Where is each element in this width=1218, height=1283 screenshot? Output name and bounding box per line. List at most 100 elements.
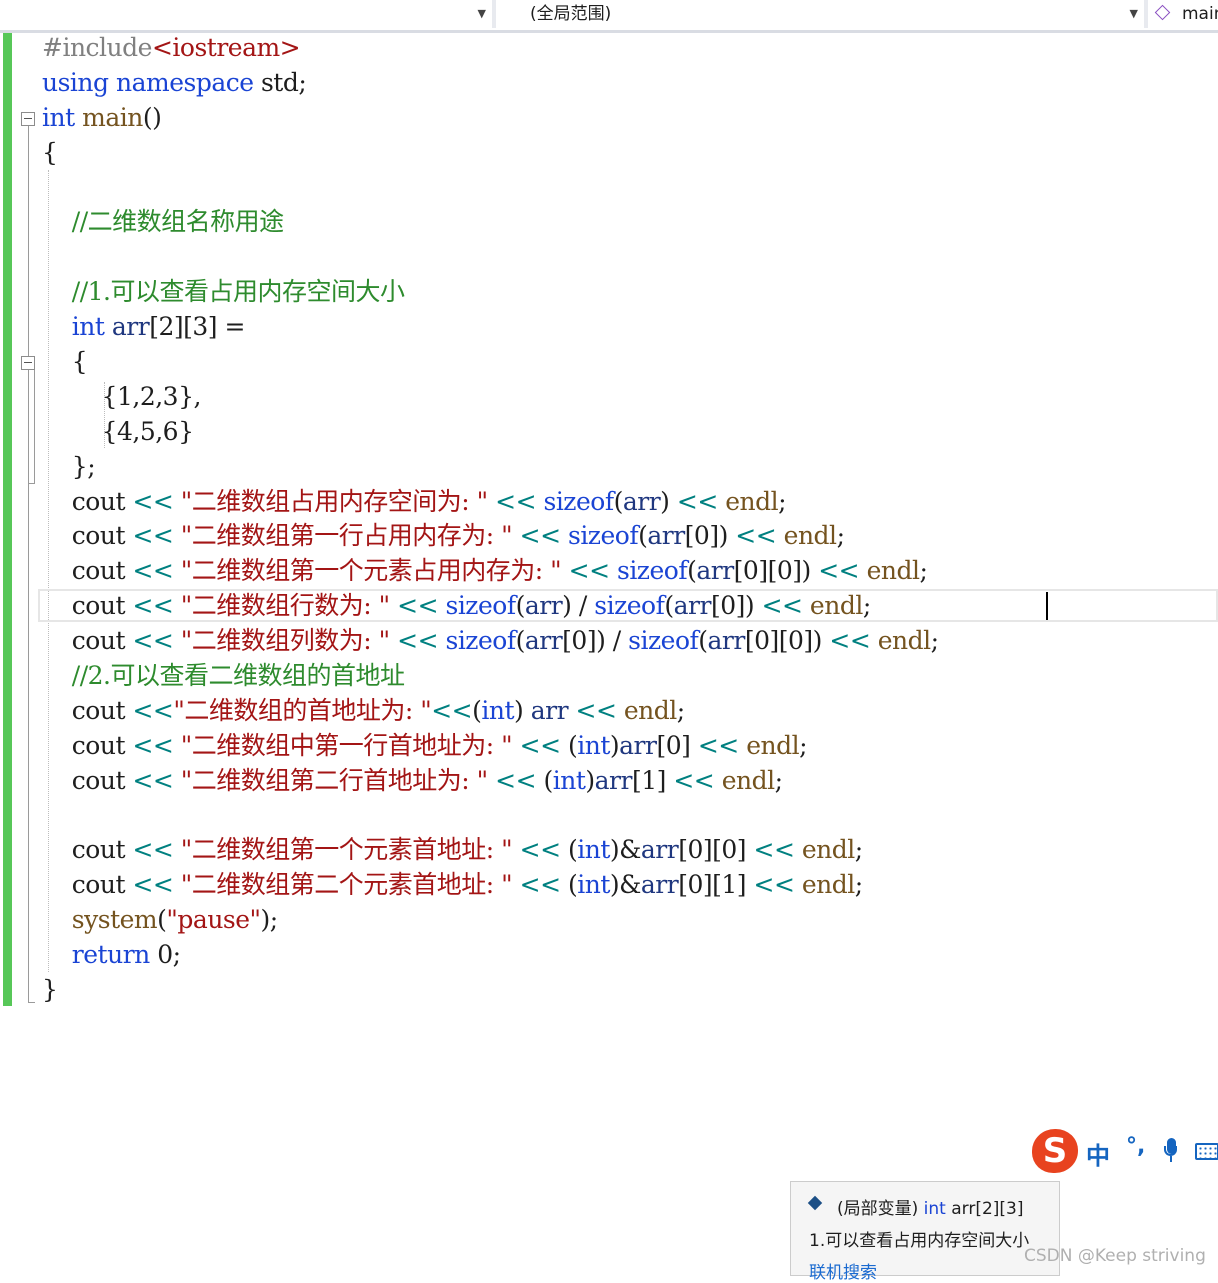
code-token: ); <box>260 905 279 935</box>
code-line[interactable]: using namespace std; <box>42 66 939 101</box>
code-token: sizeof <box>445 591 516 621</box>
code-token: << <box>697 730 739 760</box>
local-variable-icon <box>807 1195 823 1211</box>
code-token: "二维数组第二个元素首地址: " <box>180 870 513 900</box>
code-token: int <box>481 695 515 725</box>
collapse-array-icon[interactable] <box>21 356 35 370</box>
function-label: main <box>1182 4 1218 24</box>
collapse-main-icon[interactable] <box>21 112 35 126</box>
code-line[interactable]: cout << "二维数组第二个元素首地址: " << (int)&arr[0]… <box>42 868 939 903</box>
code-token: sizeof <box>628 626 699 656</box>
code-token: "二维数组行数为: " <box>180 591 390 621</box>
code-token: ; <box>854 870 863 900</box>
scope-dropdown[interactable]: (全局范围) ▼ <box>500 0 1148 28</box>
code-line[interactable]: cout <<"二维数组的首地址为: "<<(int) arr << endl; <box>42 694 939 729</box>
code-token: [0][0] <box>678 835 754 865</box>
navigation-bar: ▼ (全局范围) ▼ main <box>0 0 1218 33</box>
code-token: "二维数组第二行首地址为: " <box>180 765 488 795</box>
code-token: ( <box>664 591 674 621</box>
code-line[interactable] <box>42 240 939 275</box>
code-line[interactable]: return 0; <box>42 938 939 973</box>
sogou-logo-icon[interactable]: S <box>1032 1129 1078 1173</box>
code-token: int <box>71 312 105 342</box>
code-token: main <box>82 102 143 132</box>
code-token: arr <box>640 870 679 900</box>
code-token: << <box>397 626 439 656</box>
code-line[interactable]: }; <box>42 450 939 485</box>
watermark: CSDN @Keep striving <box>1024 1246 1206 1266</box>
code-token: arr <box>111 312 150 342</box>
code-token: << <box>495 765 537 795</box>
function-cube-icon <box>1154 4 1171 21</box>
code-line[interactable] <box>42 799 939 834</box>
code-line[interactable]: int arr[2][3] = <box>42 310 939 345</box>
ime-mode-toggle[interactable]: 中 <box>1086 1136 1110 1171</box>
code-line[interactable]: {4,5,6} <box>42 415 939 450</box>
code-token: cout <box>42 835 133 865</box>
code-line[interactable]: //1.可以查看占用内存空间大小 <box>42 275 939 310</box>
code-token: << <box>431 695 473 725</box>
code-token: "二维数组中第一行首地址为: " <box>180 730 513 760</box>
code-token: endl <box>809 591 863 621</box>
code-token: arr <box>696 556 734 586</box>
keyboard-icon[interactable] <box>1195 1143 1218 1160</box>
code-token: cout <box>42 626 133 656</box>
code-line[interactable]: cout << "二维数组占用内存空间为: " << sizeof(arr) <… <box>42 485 939 520</box>
punctuation-toggle[interactable]: °, <box>1126 1134 1145 1159</box>
code-token: sizeof <box>543 486 614 516</box>
code-line[interactable]: //2.可以查看二维数组的首地址 <box>42 659 939 694</box>
code-token: )& <box>609 835 642 865</box>
online-search-link[interactable]: 联机搜索 <box>809 1258 877 1283</box>
microphone-icon[interactable] <box>1164 1136 1178 1166</box>
code-token: //2.可以查看二维数组的首地址 <box>71 661 405 691</box>
code-line[interactable] <box>42 171 939 206</box>
code-token: arr <box>530 695 569 725</box>
code-token: system <box>71 905 158 935</box>
code-editor[interactable]: #include<iostream> using namespace std; in… <box>38 31 1218 1008</box>
code-token: { <box>42 347 88 377</box>
code-line[interactable]: cout << "二维数组行数为: " << sizeof(arr) / siz… <box>38 589 1218 624</box>
code-token: ; <box>778 486 787 516</box>
code-line[interactable]: cout << "二维数组第一行占用内存为: " << sizeof(arr[0… <box>42 519 939 554</box>
code-line[interactable]: cout << "二维数组第二行首地址为: " << (int)arr[1] <… <box>42 764 939 799</box>
fold-line <box>28 126 29 1002</box>
code-line[interactable]: //二维数组名称用途 <box>42 205 939 240</box>
code-token: cout <box>42 556 133 586</box>
code-line[interactable]: cout << "二维数组第一个元素占用内存为: " << sizeof(arr… <box>42 554 939 589</box>
code-line[interactable]: cout << "二维数组中第一行首地址为: " << (int)arr[0] … <box>42 729 939 764</box>
code-line[interactable]: int main() <box>42 101 939 136</box>
code-token: arr <box>594 765 633 795</box>
code-token: endl <box>877 626 931 656</box>
code-line[interactable]: cout << "二维数组第一个元素首地址: " << (int)&arr[0]… <box>42 833 939 868</box>
code-token: << <box>735 521 777 551</box>
code-line[interactable]: system("pause"); <box>42 903 939 938</box>
code-line[interactable]: {1,2,3}, <box>42 380 939 415</box>
code-token: << <box>495 486 537 516</box>
project-dropdown[interactable]: ▼ <box>0 0 496 28</box>
code-line[interactable]: { <box>42 345 939 380</box>
code-token: << <box>132 591 174 621</box>
code-token: endl <box>721 765 775 795</box>
code-token: ) / <box>562 591 595 621</box>
quick-info-tooltip: (局部变量) int arr[2][3] 1.可以查看占用内存空间大小 联机搜索 <box>790 1181 1060 1283</box>
code-line[interactable]: cout << "二维数组列数为: " << sizeof(arr[0]) / … <box>42 624 939 659</box>
code-token: endl <box>725 486 779 516</box>
function-dropdown[interactable]: main <box>1152 0 1218 28</box>
code-line[interactable]: { <box>42 136 939 171</box>
code-token: sizeof <box>567 521 639 551</box>
code-line[interactable]: } <box>42 973 939 1008</box>
code-token: ) <box>660 486 677 516</box>
code-line[interactable]: #include<iostream> <box>42 31 939 66</box>
